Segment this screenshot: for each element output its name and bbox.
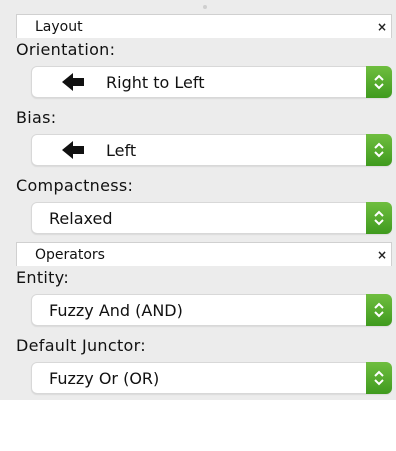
entity-select[interactable]: Fuzzy And (AND): [31, 294, 392, 326]
operators-panel-title: Operators: [35, 246, 105, 263]
resize-grip[interactable]: [203, 5, 207, 9]
layout-panel: Layout × Orientation: Right to Left Bias…: [0, 14, 396, 240]
bias-value: Left: [106, 140, 137, 160]
bias-label: Bias:: [16, 108, 57, 127]
layout-panel-close-icon[interactable]: ×: [377, 21, 387, 33]
default-junctor-stepper-icon[interactable]: [366, 362, 392, 394]
default-junctor-value: Fuzzy Or (OR): [49, 368, 160, 388]
compactness-stepper-icon[interactable]: [366, 202, 392, 234]
operators-panel-header: Operators ×: [16, 242, 392, 266]
default-junctor-select[interactable]: Fuzzy Or (OR): [31, 362, 392, 394]
bias-stepper-icon[interactable]: [366, 134, 392, 166]
orientation-select[interactable]: Right to Left: [31, 66, 392, 98]
entity-value: Fuzzy And (AND): [49, 300, 183, 320]
layout-panel-title: Layout: [35, 18, 83, 35]
operators-panel-close-icon[interactable]: ×: [377, 249, 387, 261]
entity-stepper-icon[interactable]: [366, 294, 392, 326]
entity-label: Entity:: [16, 268, 70, 287]
orientation-value: Right to Left: [106, 72, 205, 92]
orientation-label: Orientation:: [16, 40, 116, 59]
compactness-value: Relaxed: [49, 208, 113, 228]
default-junctor-label: Default Junctor:: [16, 336, 146, 355]
left-arrow-icon: [62, 141, 84, 159]
compactness-label: Compactness:: [16, 176, 134, 195]
layout-panel-header: Layout ×: [16, 14, 392, 38]
orientation-stepper-icon[interactable]: [366, 66, 392, 98]
bias-select[interactable]: Left: [31, 134, 392, 166]
left-arrow-icon: [62, 73, 84, 91]
operators-panel: Operators × Entity: Fuzzy And (AND) Defa…: [0, 240, 396, 400]
window-top-edge: [0, 0, 396, 14]
compactness-select[interactable]: Relaxed: [31, 202, 392, 234]
